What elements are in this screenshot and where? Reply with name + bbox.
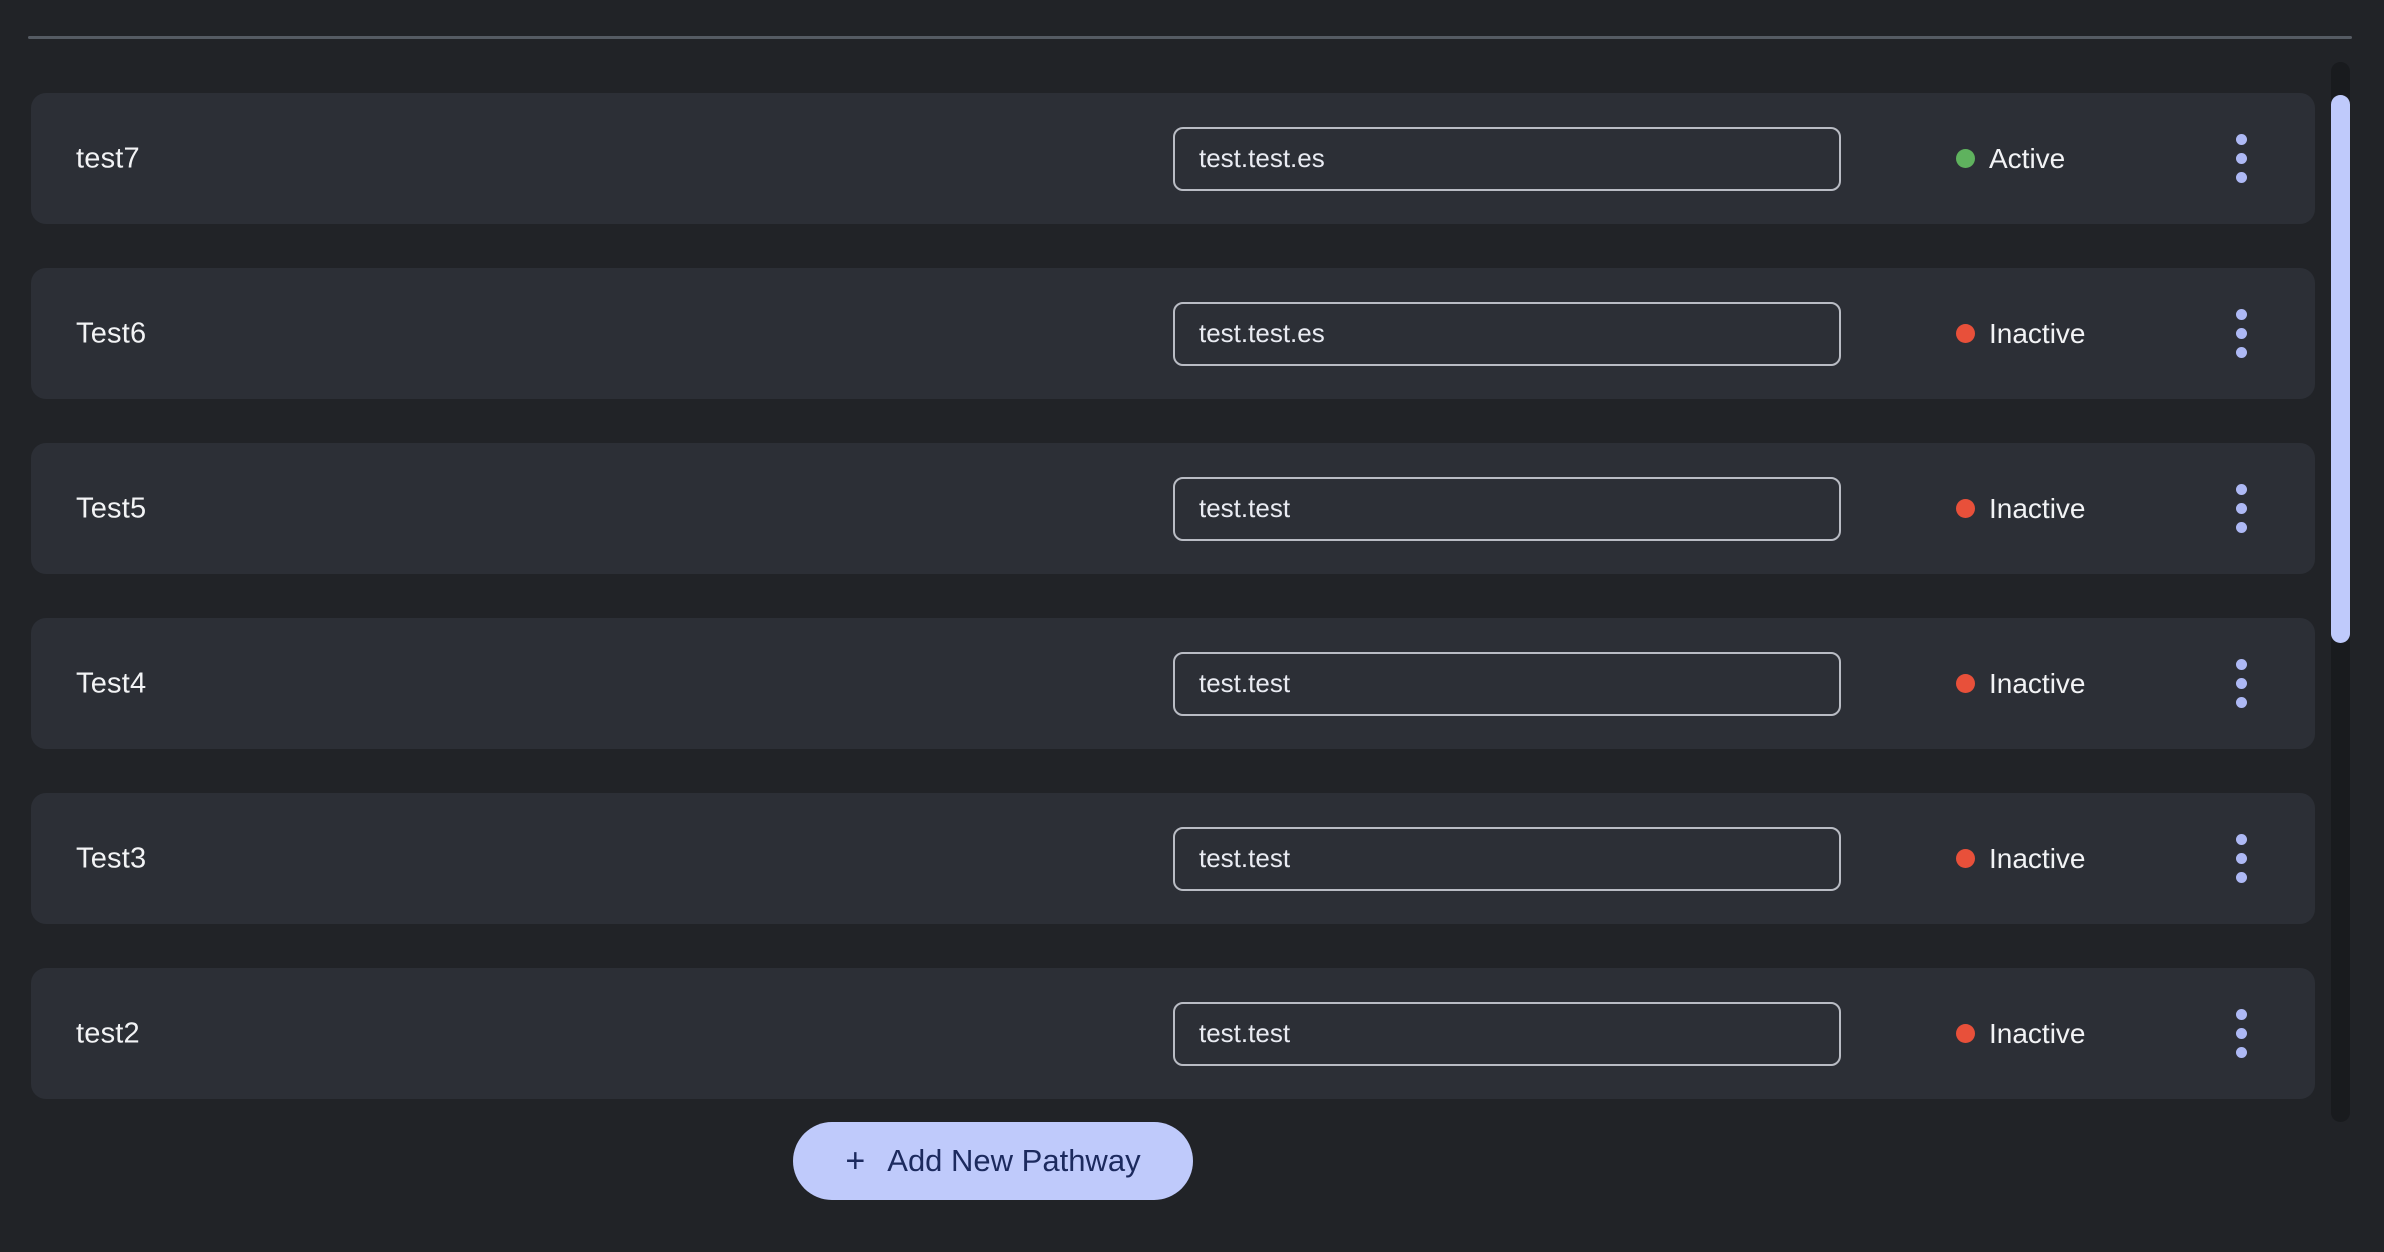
pathway-name: test2 [76,1017,140,1049]
status-dot-icon [1956,1024,1975,1043]
table-row: test7 Active [31,93,2315,224]
status-badge: Inactive [1956,493,2086,525]
table-row: Test3 Inactive [31,793,2315,924]
table-row: Test6 Inactive [31,268,2315,399]
kebab-menu-icon[interactable] [2209,652,2273,716]
domain-input[interactable] [1173,126,1841,191]
kebab-dot [2235,834,2247,845]
kebab-dot [2235,659,2247,670]
status-dot-icon [1956,499,1975,518]
status-badge: Inactive [1956,1018,2086,1050]
status-label: Inactive [1989,667,2086,699]
domain-input[interactable] [1173,826,1841,891]
domain-input[interactable] [1173,651,1841,716]
kebab-dot [2235,853,2247,864]
kebab-dot [2235,309,2247,320]
kebab-dot [2235,134,2247,145]
pathway-name: Test5 [76,492,147,524]
pathways-list: test7ActiveTest6InactiveTest5InactiveTes… [31,93,2315,1099]
pathway-name: test7 [76,142,140,174]
kebab-dot [2235,484,2247,495]
status-dot-icon [1956,674,1975,693]
kebab-dot [2235,678,2247,689]
status-label: Active [1989,142,2066,174]
status-dot-icon [1956,849,1975,868]
table-row: Test5 Inactive [31,443,2315,574]
scrollbar-thumb[interactable] [2331,95,2350,643]
pathway-name: Test4 [76,667,147,699]
pathway-name: Test6 [76,317,147,349]
header-divider [28,36,2352,39]
status-label: Inactive [1989,317,2086,349]
status-dot-icon [1956,324,1975,343]
domain-input[interactable] [1173,301,1841,366]
kebab-menu-icon[interactable] [2209,1002,2273,1066]
kebab-dot [2235,1009,2247,1020]
kebab-dot [2235,172,2247,183]
status-badge: Inactive [1956,318,2086,350]
pathways-page: test7ActiveTest6InactiveTest5InactiveTes… [0,0,2384,1252]
kebab-dot [2235,153,2247,164]
kebab-menu-icon[interactable] [2209,302,2273,366]
kebab-dot [2235,1028,2247,1039]
status-badge: Inactive [1956,668,2086,700]
domain-input[interactable] [1173,476,1841,541]
kebab-dot [2235,1047,2247,1058]
table-row: test2 Inactive [31,968,2315,1099]
kebab-dot [2235,328,2247,339]
kebab-dot [2235,872,2247,883]
kebab-menu-icon[interactable] [2209,127,2273,191]
table-row: Test4 Inactive [31,618,2315,749]
status-label: Inactive [1989,842,2086,874]
status-label: Inactive [1989,492,2086,524]
kebab-dot [2235,697,2247,708]
status-label: Inactive [1989,1017,2086,1049]
kebab-dot [2235,347,2247,358]
add-new-pathway-button[interactable]: + Add New Pathway [793,1122,1193,1200]
plus-icon: + [845,1142,866,1180]
kebab-dot [2235,503,2247,514]
status-badge: Inactive [1956,843,2086,875]
add-new-pathway-label: Add New Pathway [887,1143,1141,1178]
kebab-dot [2235,522,2247,533]
status-badge: Active [1956,143,2065,175]
pathways-scroll-region[interactable]: test7ActiveTest6InactiveTest5InactiveTes… [0,60,2384,1252]
status-dot-icon [1956,149,1975,168]
kebab-menu-icon[interactable] [2209,477,2273,541]
pathway-name: Test3 [76,842,147,874]
kebab-menu-icon[interactable] [2209,827,2273,891]
domain-input[interactable] [1173,1001,1841,1066]
